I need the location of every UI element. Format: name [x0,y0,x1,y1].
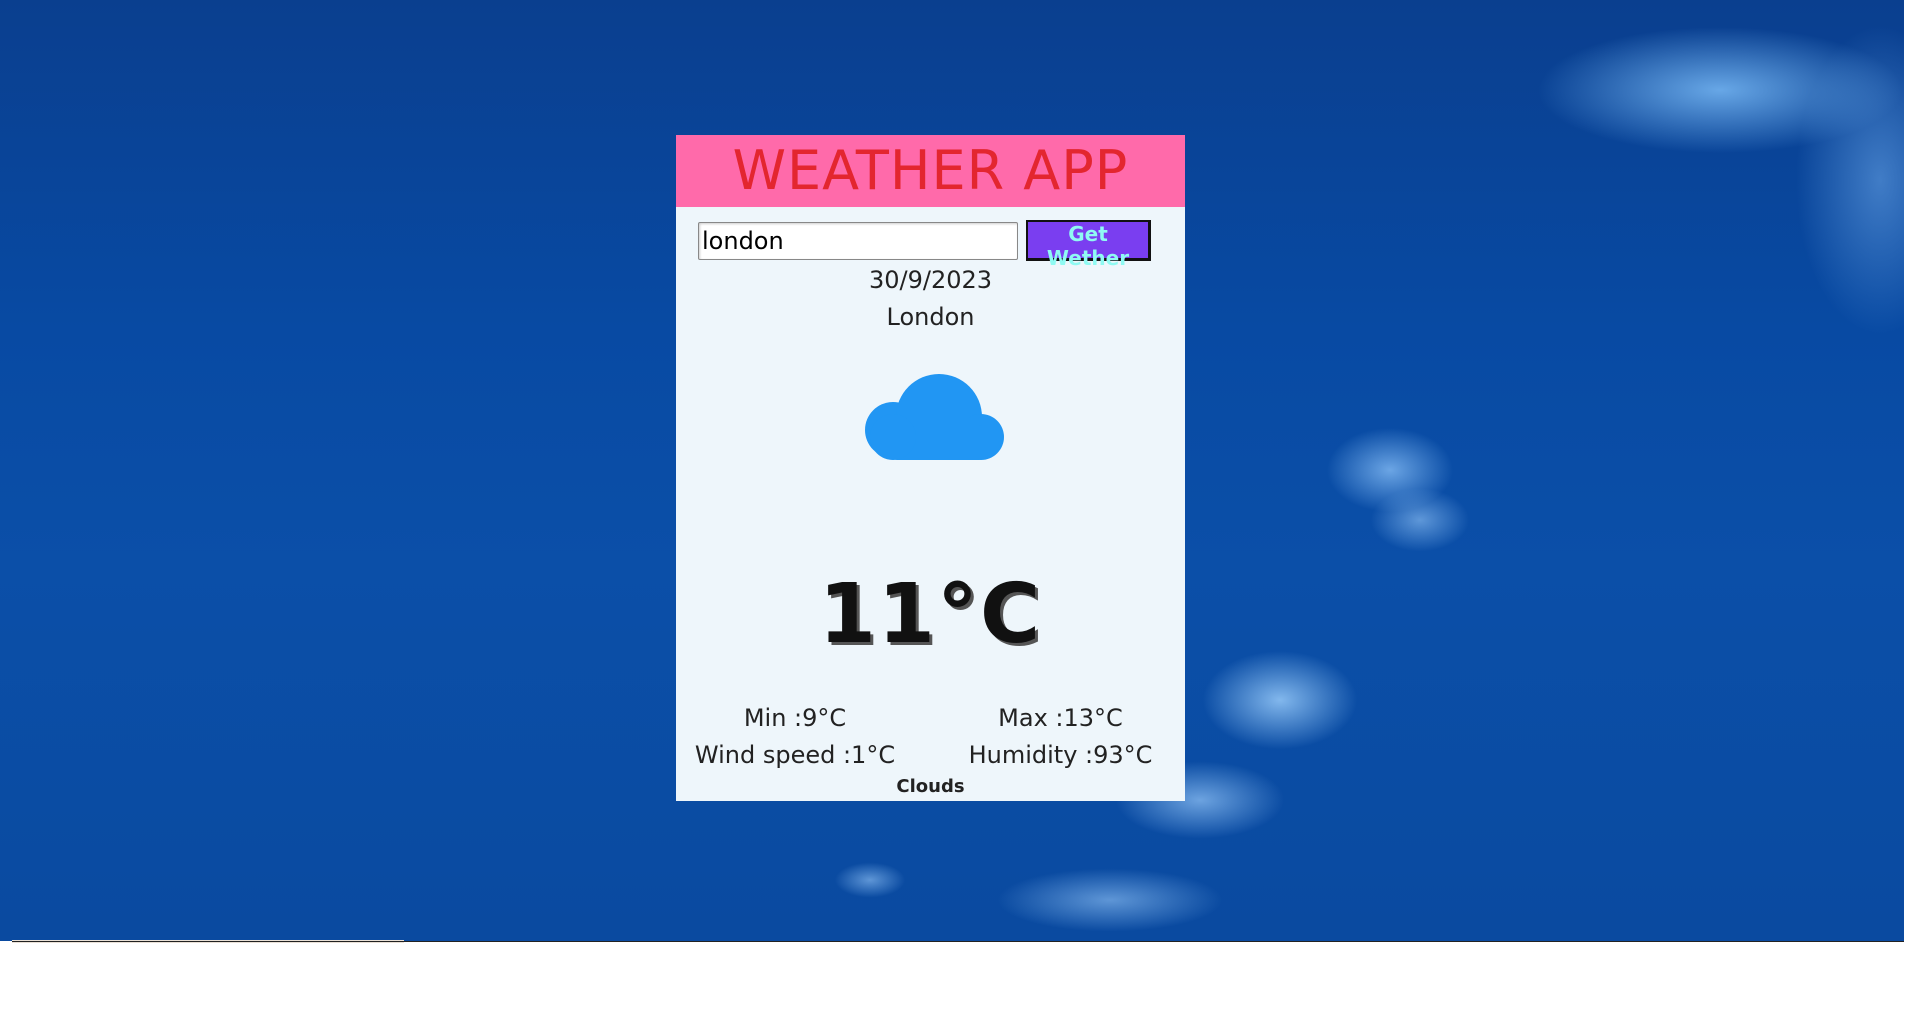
weather-city: London [886,303,975,331]
cloud-icon [851,365,1011,465]
divider-line [12,941,1904,942]
app-title: WEATHER APP [732,139,1129,202]
min-temperature: Min :9°C [743,704,847,732]
wind-speed: Wind speed :1°C [694,741,896,769]
get-weather-button[interactable]: Get Wether [1026,220,1151,270]
humidity: Humidity :93°C [968,741,1153,769]
temperature: 11°C [818,567,1043,662]
city-search-input[interactable] [698,221,1018,260]
max-temperature: Max :13°C [998,704,1123,732]
weather-card: WEATHER APP Get Wether 30/9/2023 London … [676,135,1185,801]
card-header: WEATHER APP [676,135,1185,207]
search-row: Get Wether [698,220,1151,270]
weather-description: Clouds [896,776,965,797]
weather-date: 30/9/2023 [868,266,993,294]
